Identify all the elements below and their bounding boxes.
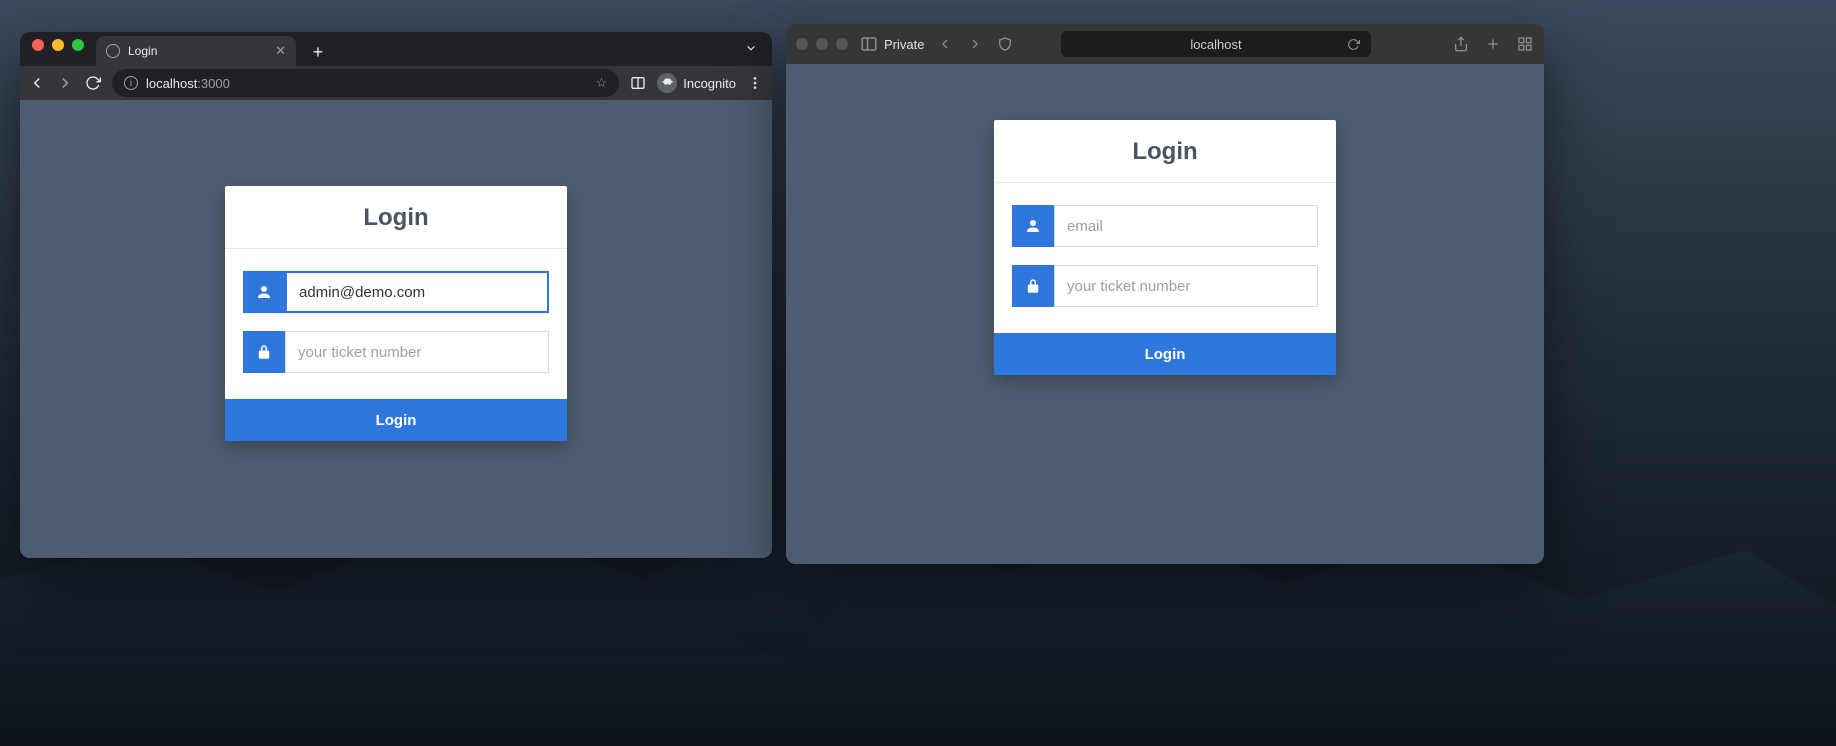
sidebar-icon[interactable] bbox=[860, 35, 878, 53]
new-tab-icon[interactable] bbox=[1484, 35, 1502, 53]
shield-icon[interactable] bbox=[996, 35, 1014, 53]
share-icon[interactable] bbox=[1452, 35, 1470, 53]
close-tab-icon[interactable]: ✕ bbox=[275, 43, 286, 59]
minimize-window-button[interactable] bbox=[816, 38, 828, 50]
private-label: Private bbox=[884, 37, 924, 52]
lock-icon bbox=[243, 331, 285, 373]
globe-icon bbox=[106, 44, 120, 58]
window-controls bbox=[28, 39, 90, 59]
ticket-row bbox=[243, 331, 549, 373]
login-header: Login bbox=[994, 120, 1336, 183]
private-indicator[interactable]: Private bbox=[860, 35, 924, 53]
reload-icon[interactable] bbox=[1345, 35, 1363, 53]
login-button[interactable]: Login bbox=[225, 399, 567, 441]
forward-icon[interactable] bbox=[966, 35, 984, 53]
login-card: Login Login bbox=[994, 120, 1336, 375]
login-form bbox=[994, 183, 1336, 333]
login-title: Login bbox=[994, 138, 1336, 166]
user-icon bbox=[243, 271, 285, 313]
new-tab-button[interactable]: + bbox=[304, 38, 332, 66]
login-title: Login bbox=[225, 204, 567, 232]
close-window-button[interactable] bbox=[796, 38, 808, 50]
bookmark-star-icon[interactable]: ☆ bbox=[596, 75, 608, 91]
incognito-label: Incognito bbox=[683, 76, 736, 91]
window-controls bbox=[796, 38, 848, 50]
email-row bbox=[243, 271, 549, 313]
email-input[interactable] bbox=[1054, 205, 1318, 247]
ticket-input[interactable] bbox=[285, 331, 549, 373]
url-text: localhost bbox=[1190, 37, 1241, 52]
panel-icon[interactable] bbox=[629, 74, 647, 92]
address-bar[interactable]: localhost bbox=[1061, 31, 1371, 57]
lock-icon bbox=[1012, 265, 1054, 307]
url-host: localhost:3000 bbox=[146, 76, 230, 91]
safari-toolbar: Private localhost bbox=[786, 24, 1544, 64]
incognito-indicator[interactable]: Incognito bbox=[657, 73, 736, 93]
tab-overview-icon[interactable] bbox=[1516, 35, 1534, 53]
close-window-button[interactable] bbox=[32, 39, 44, 51]
maximize-window-button[interactable] bbox=[836, 38, 848, 50]
ticket-input[interactable] bbox=[1054, 265, 1318, 307]
login-form bbox=[225, 249, 567, 399]
user-icon bbox=[1012, 205, 1054, 247]
tab-title: Login bbox=[128, 44, 157, 58]
login-card: Login Login bbox=[225, 186, 567, 441]
ticket-row bbox=[1012, 265, 1318, 307]
tabs-dropdown-icon[interactable] bbox=[738, 41, 764, 66]
email-row bbox=[1012, 205, 1318, 247]
chrome-window: Login ✕ + i localhost:3000 ☆ In bbox=[20, 32, 772, 558]
safari-viewport: Login Login bbox=[786, 64, 1544, 564]
reload-icon[interactable] bbox=[84, 74, 102, 92]
safari-right-controls bbox=[1452, 35, 1534, 53]
maximize-window-button[interactable] bbox=[72, 39, 84, 51]
safari-window: Private localhost bbox=[786, 24, 1544, 564]
login-header: Login bbox=[225, 186, 567, 249]
browser-tab[interactable]: Login ✕ bbox=[96, 36, 296, 66]
incognito-icon bbox=[657, 73, 677, 93]
chrome-toolbar: i localhost:3000 ☆ Incognito bbox=[20, 66, 772, 100]
back-icon[interactable] bbox=[28, 74, 46, 92]
forward-icon[interactable] bbox=[56, 74, 74, 92]
kebab-menu-icon[interactable] bbox=[746, 74, 764, 92]
email-input[interactable] bbox=[285, 271, 549, 313]
address-bar[interactable]: i localhost:3000 ☆ bbox=[112, 69, 619, 97]
chrome-viewport: Login Login bbox=[20, 100, 772, 558]
login-button[interactable]: Login bbox=[994, 333, 1336, 375]
site-info-icon[interactable]: i bbox=[124, 76, 138, 90]
back-icon[interactable] bbox=[936, 35, 954, 53]
chrome-tab-bar: Login ✕ + bbox=[20, 32, 772, 66]
minimize-window-button[interactable] bbox=[52, 39, 64, 51]
